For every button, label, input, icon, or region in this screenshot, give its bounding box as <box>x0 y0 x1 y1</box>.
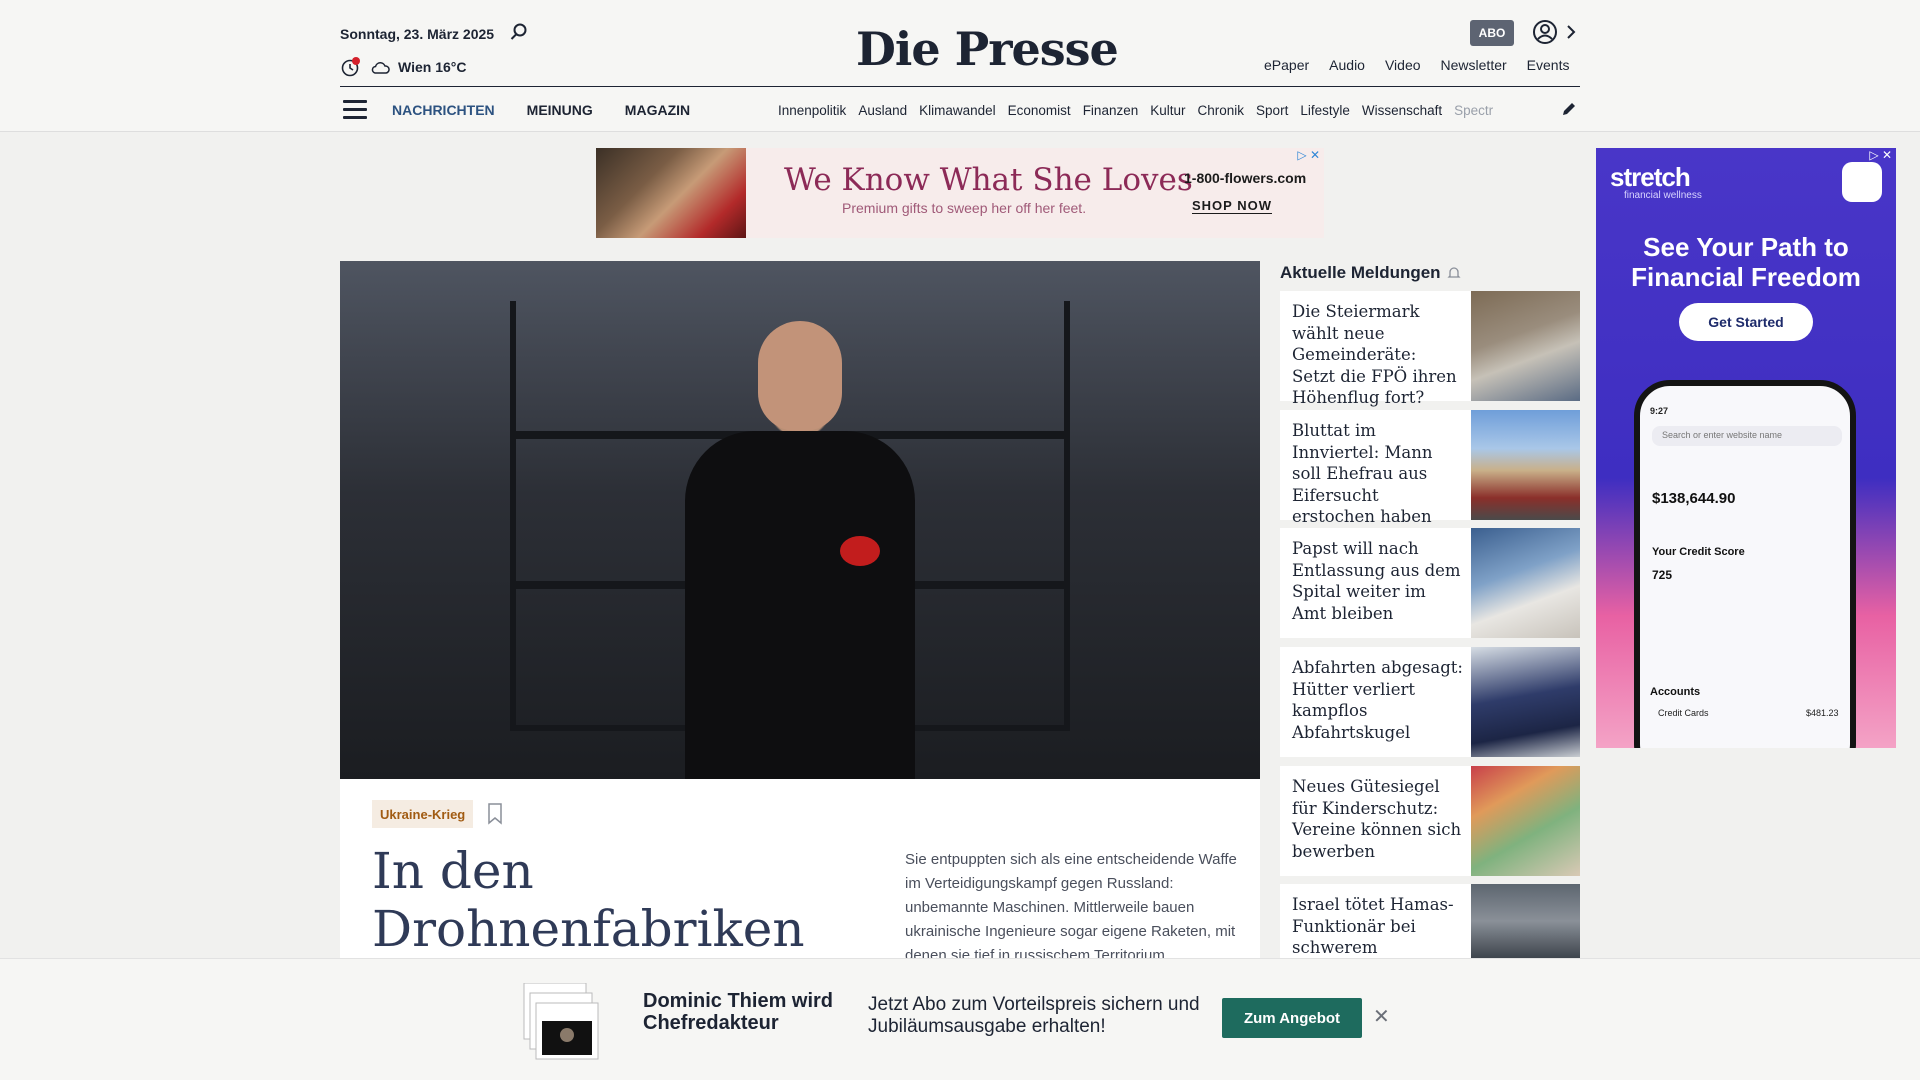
subnav-finanzen[interactable]: Finanzen <box>1083 103 1139 118</box>
subnav-lifestyle[interactable]: Lifestyle <box>1300 103 1350 118</box>
ad-brand: stretch <box>1610 162 1691 192</box>
top-ad-banner[interactable]: We Know What She Loves Premium gifts to … <box>596 148 1324 238</box>
phone-balance: $138,644.90 <box>1652 490 1736 507</box>
subnav-economist[interactable]: Economist <box>1008 103 1071 118</box>
phone-accounts-label: Accounts <box>1650 686 1701 698</box>
user-account-icon[interactable] <box>1532 18 1560 46</box>
phone-time: 9:27 <box>1650 406 1669 416</box>
news-card[interactable]: Israel tötet Hamas-Funktionär bei schwer… <box>1280 884 1580 958</box>
menu-icon[interactable] <box>343 100 367 120</box>
subnav-spectrum[interactable]: Spectr <box>1454 103 1493 118</box>
bell-icon[interactable] <box>1447 266 1461 280</box>
news-card-image <box>1471 291 1580 401</box>
news-card[interactable]: Abfahrten abgesagt: Hütter verliert kamp… <box>1280 647 1580 757</box>
nav-meinung[interactable]: MEINUNG <box>527 102 593 118</box>
news-card-title: Neues Gütesiegel für Kinderschutz: Verei… <box>1292 777 1462 861</box>
ad-close-icon[interactable]: ▷ ✕ <box>1297 148 1320 162</box>
news-card[interactable]: Die Steiermark wählt neue Gemeinderäte: … <box>1280 291 1580 407</box>
news-card-image <box>1471 766 1580 876</box>
search-icon[interactable] <box>509 22 529 42</box>
subnav-sport[interactable]: Sport <box>1256 103 1288 118</box>
news-card[interactable]: Papst will nach Entlassung aus dem Spita… <box>1280 528 1580 638</box>
weather-widget[interactable]: Wien 16°C <box>340 56 467 78</box>
banner-title: Dominic Thiem wird Chefredakteur <box>643 990 834 1034</box>
phone-search: Search or enter website name <box>1652 426 1842 446</box>
hero-image[interactable] <box>340 261 1260 779</box>
ad-headline: We Know What She Loves <box>784 162 1193 198</box>
ad-brand-sub: financial wellness <box>1624 190 1702 201</box>
news-card-image <box>1471 528 1580 638</box>
bookmark-icon[interactable] <box>487 803 503 825</box>
hero-lead-text: Sie entpuppten sich als eine entscheiden… <box>905 851 1237 964</box>
ad-photo <box>596 148 746 238</box>
weather-text: Wien 16°C <box>398 59 467 75</box>
nav-divider <box>340 86 1580 87</box>
notification-icon[interactable] <box>340 56 362 78</box>
phone-account-value: $481.23 <box>1806 708 1839 718</box>
latest-news-heading: Aktuelle Meldungen <box>1280 263 1461 283</box>
category-tag[interactable]: Ukraine-Krieg <box>372 800 474 828</box>
news-card-title: Abfahrten abgesagt: Hütter verliert kamp… <box>1292 658 1463 742</box>
zum-angebot-button[interactable]: Zum Angebot <box>1222 998 1362 1038</box>
news-card[interactable]: Neues Gütesiegel für Kinderschutz: Verei… <box>1280 766 1580 876</box>
get-started-button[interactable]: Get Started <box>1679 303 1813 341</box>
site-logo[interactable]: Die Presse <box>856 22 1119 76</box>
latest-news-title: Aktuelle Meldungen <box>1280 263 1441 282</box>
phone-credit-value: 725 <box>1652 568 1673 582</box>
close-icon[interactable]: ✕ <box>1373 1007 1391 1027</box>
main-navigation: NACHRICHTEN MEINUNG MAGAZIN <box>392 102 690 118</box>
phone-credit-label: Your Credit Score <box>1652 546 1745 558</box>
right-ad-skyscraper[interactable]: ▷ ✕ stretch financial wellness See Your … <box>1596 148 1896 748</box>
ad-phone-mockup: 9:27 Search or enter website name $138,6… <box>1634 380 1856 748</box>
news-card-image <box>1471 884 1580 958</box>
cloud-icon <box>371 62 390 74</box>
subnav-klimawandel[interactable]: Klimawandel <box>919 103 996 118</box>
util-link-events[interactable]: Events <box>1527 57 1570 73</box>
hero-image-head <box>758 321 842 431</box>
util-link-video[interactable]: Video <box>1385 57 1421 73</box>
subnav-kultur[interactable]: Kultur <box>1150 103 1185 118</box>
ad-brand: 1-800-flowers.com <box>1184 170 1307 186</box>
subnav-ausland[interactable]: Ausland <box>858 103 907 118</box>
utility-links: ePaper Audio Video Newsletter Events <box>1264 57 1569 73</box>
ad-close-icon[interactable]: ▷ ✕ <box>1869 148 1892 162</box>
ad-subline: Premium gifts to sweep her off her feet. <box>842 200 1087 216</box>
pencil-icon[interactable] <box>1560 100 1578 118</box>
news-card[interactable]: Bluttat im Innviertel: Mann soll Ehefrau… <box>1280 410 1580 526</box>
chevron-right-icon[interactable] <box>1566 24 1576 40</box>
ad-shop-now-button[interactable]: SHOP NOW <box>1192 198 1272 214</box>
news-card-image <box>1471 647 1580 757</box>
nav-nachrichten[interactable]: NACHRICHTEN <box>392 102 495 118</box>
nav-magazin[interactable]: MAGAZIN <box>625 102 690 118</box>
phone-account-row: Credit Cards <box>1658 708 1709 718</box>
hero-image-person <box>685 431 915 779</box>
subnav-chronik[interactable]: Chronik <box>1198 103 1245 118</box>
banner-text: Jetzt Abo zum Vorteilspreis sichern und … <box>868 994 1200 1037</box>
subnav-wissenschaft[interactable]: Wissenschaft <box>1362 103 1442 118</box>
newspaper-stack-icon <box>523 983 599 1060</box>
util-link-audio[interactable]: Audio <box>1329 57 1365 73</box>
app-icon <box>1842 162 1882 202</box>
util-link-newsletter[interactable]: Newsletter <box>1441 57 1507 73</box>
section-navigation: Innenpolitik Ausland Klimawandel Economi… <box>778 103 1542 118</box>
abo-button[interactable]: ABO <box>1470 20 1514 46</box>
news-card-title: Bluttat im Innviertel: Mann soll Ehefrau… <box>1292 421 1433 526</box>
news-card-image <box>1471 410 1580 520</box>
ad-headline: See Your Path to Financial Freedom <box>1631 232 1861 292</box>
util-link-epaper[interactable]: ePaper <box>1264 57 1309 73</box>
news-card-title: Papst will nach Entlassung aus dem Spita… <box>1292 539 1461 623</box>
news-card-title: Israel tötet Hamas-Funktionär bei schwer… <box>1292 895 1454 957</box>
hero-image-shirt-logo <box>840 536 880 566</box>
news-card-title: Die Steiermark wählt neue Gemeinderäte: … <box>1292 302 1457 407</box>
subnav-innenpolitik[interactable]: Innenpolitik <box>778 103 846 118</box>
header-date: Sonntag, 23. März 2025 <box>340 26 495 42</box>
